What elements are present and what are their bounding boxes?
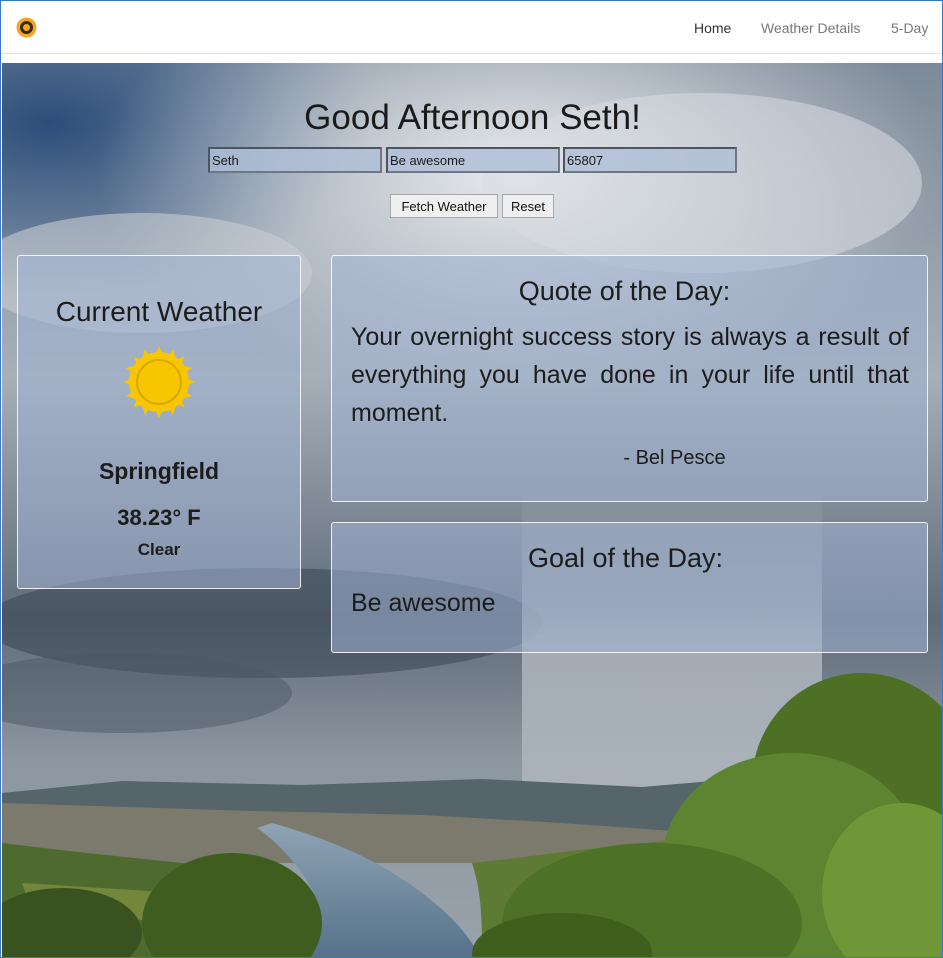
goal-panel: Goal of the Day: Be awesome	[331, 522, 928, 653]
quote-text: Your overnight success story is always a…	[351, 323, 909, 427]
fetch-weather-button[interactable]: Fetch Weather	[390, 194, 498, 218]
sun-icon	[123, 346, 195, 418]
zip-code-input[interactable]	[563, 147, 737, 173]
quote-panel: Quote of the Day: Your overnight success…	[331, 255, 928, 502]
quote-author: - Bel Pesce	[623, 447, 726, 469]
temperature-value: 38.23° F	[117, 505, 201, 530]
app-window: Home Weather Details 5-Day Good Afternoo…	[0, 0, 943, 958]
brand-logo-icon[interactable]	[16, 17, 37, 38]
city-name: Springfield	[98, 458, 220, 484]
weather-condition: Clear	[137, 540, 181, 559]
nav-link-5-day[interactable]: 5-Day	[891, 20, 928, 36]
greeting-heading: Good Afternoon Seth!	[304, 98, 641, 137]
nav-link-home[interactable]: Home	[694, 20, 731, 36]
goal-text: Be awesome	[351, 589, 496, 617]
current-weather-title: Current Weather	[55, 296, 263, 327]
quote-title: Quote of the Day:	[518, 276, 731, 306]
reset-button[interactable]: Reset	[502, 194, 554, 218]
top-navbar: Home Weather Details 5-Day	[1, 1, 942, 54]
goal-title: Goal of the Day:	[527, 543, 724, 573]
goal-input[interactable]	[386, 147, 560, 173]
nav-link-weather-details[interactable]: Weather Details	[761, 20, 860, 36]
name-input[interactable]	[208, 147, 382, 173]
current-weather-panel: Current Weather Springfield 38.23° F Cle…	[17, 255, 301, 589]
